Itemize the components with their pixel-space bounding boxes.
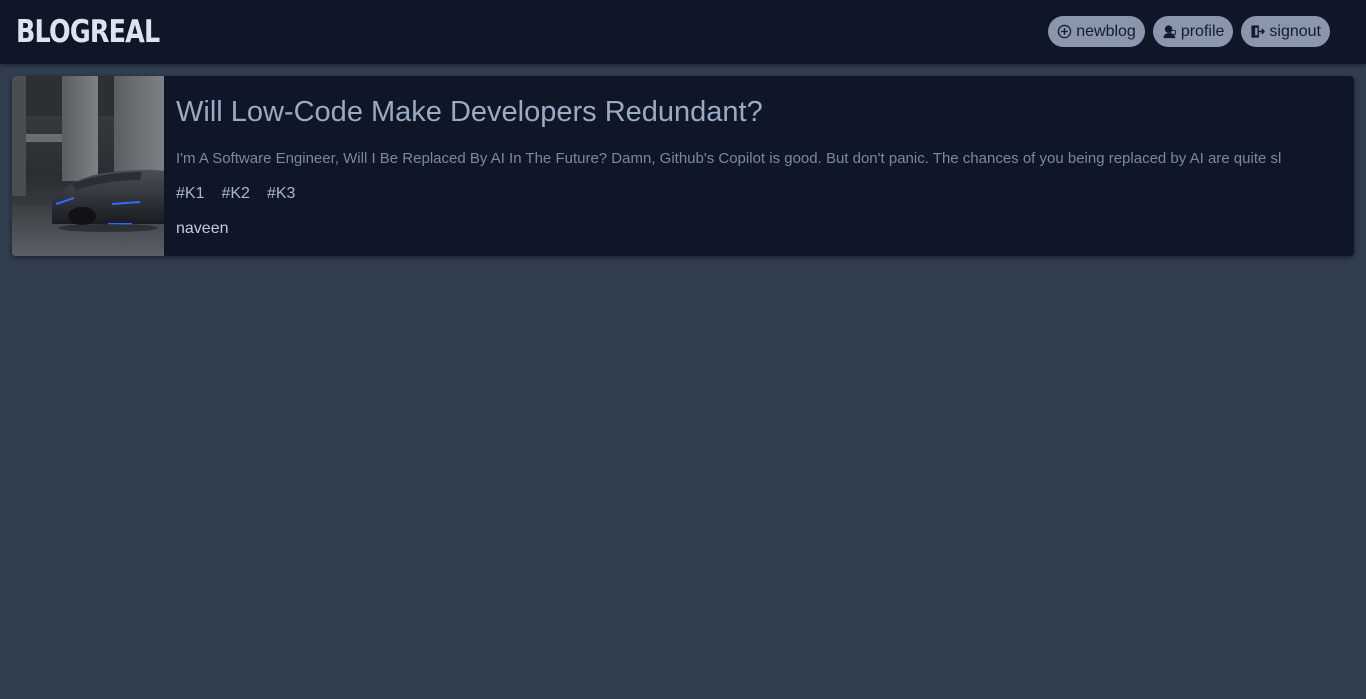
tag-k3[interactable]: #K3	[267, 183, 295, 205]
signout-icon	[1250, 24, 1266, 39]
post-author[interactable]: naveen	[176, 218, 229, 240]
profile-label: profile	[1180, 22, 1225, 40]
site-logo[interactable]: BLOGREAL	[16, 10, 160, 54]
blog-post-card[interactable]: Will Low-Code Make Developers Redundant?…	[12, 76, 1354, 256]
post-tags: #K1 #K2 #K3	[176, 183, 295, 205]
nav-actions: newblog profile signout	[1048, 16, 1330, 47]
car-photo-image	[12, 76, 164, 256]
user-icon	[1162, 24, 1177, 39]
plus-circle-icon	[1057, 24, 1072, 39]
signout-button[interactable]: signout	[1241, 16, 1330, 47]
post-excerpt: I'm A Software Engineer, Will I Be Repla…	[176, 150, 1282, 167]
profile-button[interactable]: profile	[1152, 16, 1234, 47]
post-thumbnail[interactable]	[12, 76, 164, 256]
tag-k1[interactable]: #K1	[176, 183, 204, 205]
newblog-button[interactable]: newblog	[1048, 16, 1145, 47]
signout-label: signout	[1269, 22, 1321, 40]
tag-k2[interactable]: #K2	[221, 183, 249, 205]
top-navbar: BLOGREAL newblog profile signout	[0, 0, 1366, 64]
newblog-label: newblog	[1076, 22, 1136, 40]
post-title[interactable]: Will Low-Code Make Developers Redundant?	[176, 94, 763, 130]
